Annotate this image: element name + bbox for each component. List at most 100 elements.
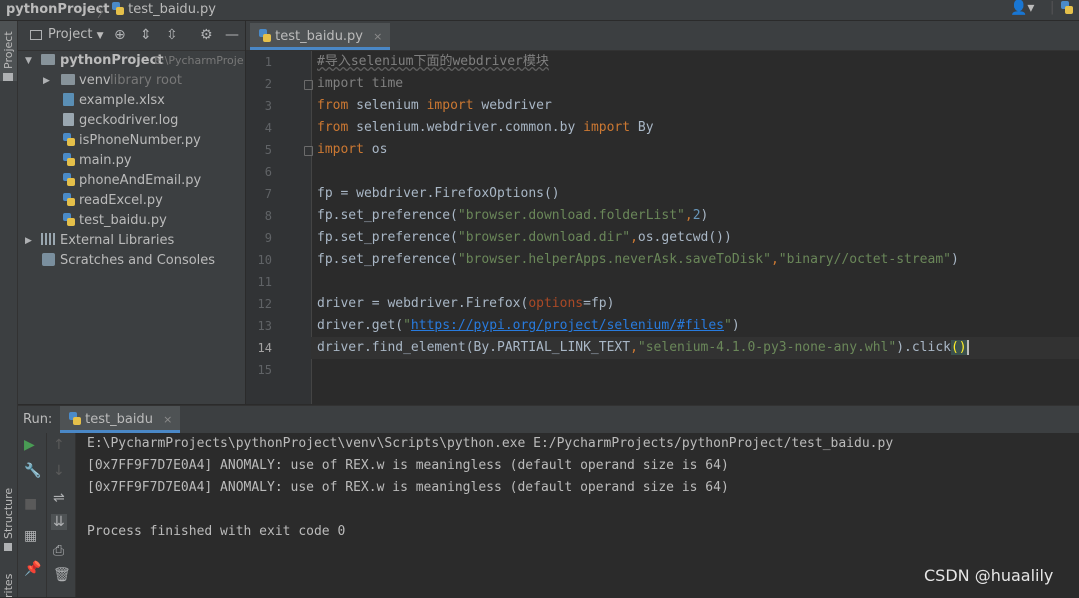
structure-tool-tab[interactable]: Structure bbox=[2, 488, 15, 539]
tree-item-test_baidu[interactable]: test_baidu.py bbox=[18, 211, 245, 231]
line-number: 12 bbox=[257, 297, 272, 311]
soft-wrap-icon[interactable]: ⇌ bbox=[53, 490, 65, 506]
tree-item-example-xlsx[interactable]: example.xlsx bbox=[18, 91, 245, 111]
trash-icon[interactable]: 🗑 bbox=[53, 567, 71, 583]
chevron-right-icon[interactable]: ▶ bbox=[43, 71, 50, 91]
code-line-2: import time bbox=[317, 73, 403, 95]
line-number: 8 bbox=[264, 209, 272, 223]
run-toolbar-primary: ▶ 🔧 ■ ▦ 📌 bbox=[18, 433, 47, 597]
keyword: import bbox=[426, 98, 474, 113]
comment: #导入selenium下面的webdriver模块 bbox=[317, 54, 549, 69]
comma: , bbox=[770, 252, 779, 267]
number-literal: 2 bbox=[692, 208, 701, 223]
run-tab-test_baidu[interactable]: test_baidu × bbox=[60, 406, 181, 433]
tree-item-readExcel[interactable]: readExcel.py bbox=[18, 191, 245, 211]
url-link[interactable]: https://pypi.org/project/selenium/#files bbox=[411, 318, 724, 333]
favorites-tool-tab[interactable]: rites bbox=[2, 574, 15, 598]
string-literal: "binary//octet-stream" bbox=[778, 252, 951, 267]
chevron-down-icon: ▼ bbox=[96, 31, 104, 41]
line-number: 3 bbox=[264, 99, 272, 113]
breadcrumb-file[interactable]: test_baidu.py bbox=[111, 2, 216, 17]
module-name: selenium.webdriver.common.by bbox=[348, 120, 584, 135]
python-file-icon bbox=[68, 412, 81, 425]
code-line-4: from selenium.webdriver.common.by import… bbox=[317, 117, 654, 139]
string-quote: " bbox=[724, 318, 732, 333]
tree-item-external-libraries[interactable]: ▶ External Libraries bbox=[18, 231, 245, 251]
pin-icon[interactable]: 📌 bbox=[24, 561, 41, 577]
scroll-to-end-icon[interactable]: ⇊ bbox=[51, 514, 67, 530]
editor-tab-bar: test_baidu.py × bbox=[246, 21, 1079, 51]
editor-gutter: 1 2 3 4 5 6 7 8 9 10 11 12 13 14 15 bbox=[246, 51, 313, 404]
close-icon[interactable]: × bbox=[373, 30, 382, 43]
string-literal: "browser.helperApps.neverAsk.saveToDisk" bbox=[457, 252, 771, 267]
spreadsheet-file-icon bbox=[63, 91, 74, 111]
run-panel-header: Run: test_baidu × bbox=[18, 405, 1079, 434]
close-icon[interactable]: × bbox=[163, 413, 172, 426]
line-number: 5 bbox=[264, 143, 272, 157]
tree-item-label: geckodriver.log bbox=[79, 113, 179, 128]
breadcrumb-project[interactable]: pythonProject bbox=[6, 2, 110, 17]
line-number: 6 bbox=[264, 165, 272, 179]
project-view-selector[interactable]: Project ▼ bbox=[48, 27, 104, 42]
line-number: 13 bbox=[257, 319, 272, 333]
code-line-3: from selenium import webdriver bbox=[317, 95, 552, 117]
module-name: time bbox=[363, 76, 404, 91]
python-file-icon bbox=[62, 191, 75, 211]
expand-all-icon[interactable]: ⇕ bbox=[140, 27, 152, 43]
divider: | bbox=[1050, 0, 1055, 15]
rerun-icon[interactable]: ▶ bbox=[24, 437, 35, 453]
arrow-down-icon[interactable]: ↓ bbox=[53, 463, 65, 479]
line-number: 7 bbox=[264, 187, 272, 201]
arrow-up-icon[interactable]: ↑ bbox=[53, 437, 65, 453]
gear-icon[interactable]: ⚙ bbox=[200, 27, 213, 43]
python-logo-icon[interactable] bbox=[1060, 1, 1073, 16]
keyword: from bbox=[317, 120, 349, 135]
stop-icon[interactable]: ■ bbox=[24, 496, 37, 512]
chevron-down-icon[interactable]: ▼ bbox=[25, 51, 32, 71]
locate-icon[interactable]: ⊕ bbox=[114, 27, 126, 43]
wrench-icon[interactable]: 🔧 bbox=[24, 463, 41, 479]
tree-item-isPhoneNumber[interactable]: isPhoneNumber.py bbox=[18, 131, 245, 151]
user-icon[interactable]: 👤▾ bbox=[1010, 0, 1034, 16]
keyword: import bbox=[317, 76, 364, 91]
string-literal: "selenium-4.1.0-py3-none-any.whl" bbox=[637, 340, 897, 355]
python-file-icon bbox=[62, 151, 75, 171]
line-number: 9 bbox=[264, 231, 272, 245]
import-name: webdriver bbox=[473, 98, 552, 113]
tree-item-phoneAndEmail[interactable]: phoneAndEmail.py bbox=[18, 171, 245, 191]
library-icon bbox=[41, 231, 55, 251]
code-text: fp.set_preference( bbox=[317, 230, 458, 245]
left-tool-strip: Project Structure rites bbox=[0, 21, 18, 598]
layout-icon[interactable]: ▦ bbox=[24, 528, 37, 544]
module-name: selenium bbox=[348, 98, 427, 113]
tree-item-geckodriver-log[interactable]: geckodriver.log bbox=[18, 111, 245, 131]
tab-test_baidu[interactable]: test_baidu.py × bbox=[250, 23, 391, 50]
watermark: CSDN @huaalily bbox=[924, 566, 1054, 585]
keyword: from bbox=[317, 98, 349, 113]
tree-root-pythonProject[interactable]: ▼ pythonProject E:\PycharmProje bbox=[18, 51, 245, 71]
run-toolbar-secondary: ↑ ↓ ⇌ ⇊ ⎙ 🗑 bbox=[47, 433, 76, 597]
minimize-icon[interactable]: — bbox=[225, 27, 239, 43]
tree-item-label: test_baidu.py bbox=[79, 213, 167, 228]
tree-item-main[interactable]: main.py bbox=[18, 151, 245, 171]
console-line: [0x7FF9F7D7E0A4] ANOMALY: use of REX.w i… bbox=[87, 480, 729, 495]
code-text: driver.get( bbox=[317, 318, 404, 333]
comma: , bbox=[684, 208, 693, 223]
project-view-label: Project bbox=[48, 27, 93, 42]
project-tool-tab[interactable]: Project bbox=[0, 21, 17, 81]
tree-item-label: main.py bbox=[79, 153, 132, 168]
code-line-13: driver.get( "https://pypi.org/project/sel… bbox=[317, 315, 740, 337]
collapse-all-icon[interactable]: ⇳ bbox=[166, 27, 178, 43]
project-tool-label: Project bbox=[2, 31, 15, 69]
print-icon[interactable]: ⎙ bbox=[53, 543, 64, 559]
project-panel-header: Project ▼ ⊕ ⇕ ⇳ ⚙ — bbox=[18, 21, 245, 51]
code-line-9: fp.set_preference("browser.download.dir"… bbox=[317, 227, 732, 249]
line-number: 10 bbox=[257, 253, 272, 267]
chevron-right-icon[interactable]: ▶ bbox=[25, 231, 32, 251]
tree-item-scratches[interactable]: Scratches and Consoles bbox=[18, 251, 245, 271]
tree-item-venv[interactable]: ▶ venv library root bbox=[18, 71, 245, 91]
folder-icon bbox=[61, 71, 75, 91]
code-line-10: fp.set_preference("browser.helperApps.ne… bbox=[317, 249, 959, 271]
code-editor[interactable]: #导入selenium下面的webdriver模块 import time fr… bbox=[311, 51, 1079, 404]
keyword: import bbox=[583, 120, 631, 135]
